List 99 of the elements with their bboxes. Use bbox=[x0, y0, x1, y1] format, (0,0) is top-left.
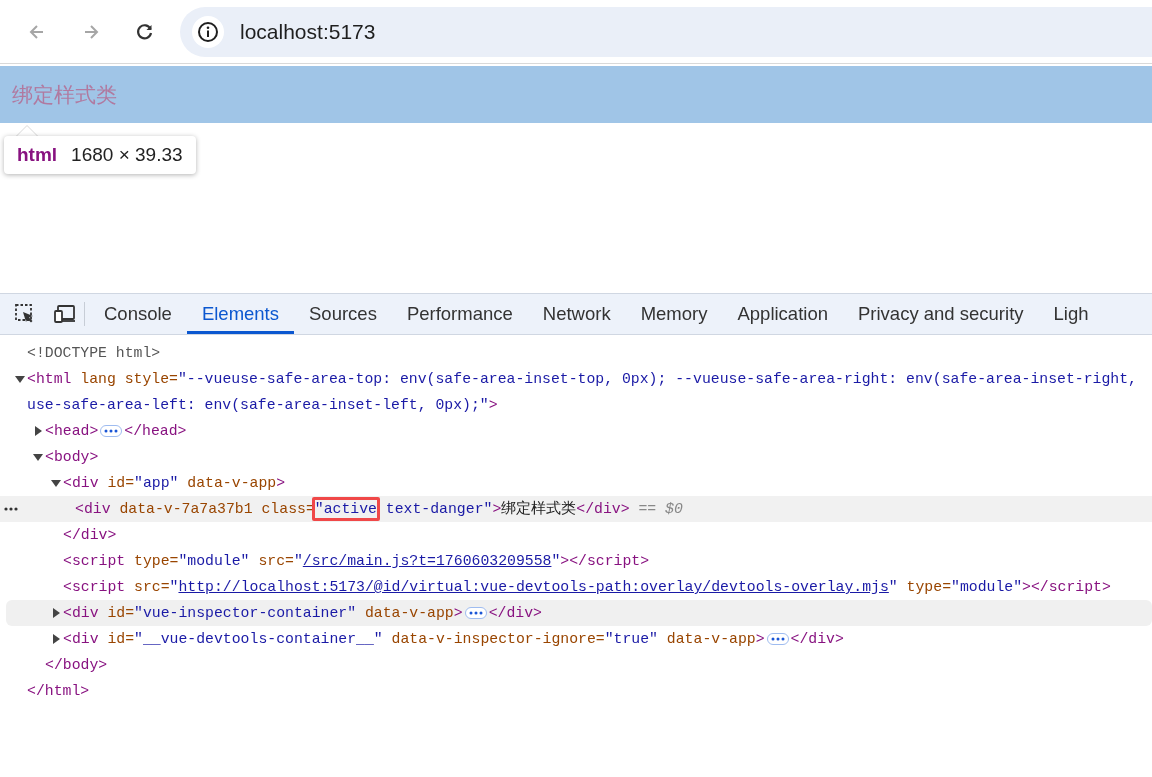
attribute-name: data-v-app bbox=[363, 604, 454, 623]
tree-row[interactable]: <html lang style="--vueuse-safe-area-top: env(safe-area-inset-top, 0px); --vueuse-safe-area-right: env(safe-area-inset-right, bbox=[6, 366, 1152, 392]
tree-row[interactable]: <div id="app" data-v-app> bbox=[6, 470, 1152, 496]
tree-row[interactable]: <body> bbox=[6, 444, 1152, 470]
attribute-value: "true" bbox=[604, 630, 658, 649]
attribute-value: text-danger" bbox=[384, 500, 493, 519]
attribute-name: type= bbox=[133, 552, 179, 571]
html-tag: <script bbox=[63, 548, 126, 574]
reload-icon bbox=[135, 21, 155, 42]
devtools-tab[interactable]: Ligh bbox=[1038, 297, 1104, 334]
html-tag: > bbox=[755, 626, 765, 652]
html-tag: <head> bbox=[45, 418, 99, 444]
address-bar[interactable]: localhost:5173 bbox=[180, 6, 1152, 57]
attribute-name: data-v-app bbox=[665, 630, 756, 649]
tooltip-tag: html bbox=[17, 144, 58, 166]
devtools-tab[interactable]: Sources bbox=[294, 297, 392, 334]
html-tag: <body> bbox=[45, 444, 99, 470]
attribute-name: data-v-inspector-ignore= bbox=[390, 630, 605, 649]
expanded-arrow-icon[interactable] bbox=[15, 374, 25, 384]
devtools-tab[interactable]: Network bbox=[527, 297, 626, 334]
more-icon[interactable] bbox=[4, 506, 18, 512]
html-tag: <script bbox=[63, 574, 126, 600]
dots-icon bbox=[468, 611, 483, 615]
attribute-name: data-v-app bbox=[186, 474, 277, 493]
dots-icon bbox=[770, 637, 785, 641]
tooltip-size: 1680 × 39.33 bbox=[71, 144, 183, 166]
tree-row[interactable]: <script type="module" src="/src/main.js?t=1760603209558"></script> bbox=[6, 548, 1152, 574]
html-tag: ></script> bbox=[1022, 574, 1111, 600]
attribute-name: src= bbox=[133, 578, 170, 597]
attribute-value: use-safe-area-left: env(safe-area-inset-left, 0px);" bbox=[27, 396, 489, 415]
devtools-tab[interactable]: Elements bbox=[186, 297, 294, 334]
html-tag: </html> bbox=[27, 678, 90, 704]
html-tag: <html bbox=[27, 366, 72, 392]
expanded-arrow-icon[interactable] bbox=[33, 452, 43, 462]
html-tag: </div> bbox=[488, 600, 542, 626]
attribute-value: " bbox=[293, 552, 303, 571]
html-tag: > bbox=[276, 470, 286, 496]
link[interactable]: http://localhost:5173/@id/virtual:vue-devtools-path:overlay/devtools-overlay.mjs bbox=[178, 574, 889, 600]
ellipsis-button[interactable] bbox=[766, 633, 789, 645]
tree-row[interactable]: <head> </head> bbox=[6, 418, 1152, 444]
html-tag: <div bbox=[75, 496, 111, 522]
devtools-tab[interactable]: Application bbox=[722, 297, 843, 334]
attribute-name: src= bbox=[257, 552, 294, 571]
attribute-value: "__vue-devtools-container__" bbox=[134, 630, 383, 649]
tree-row[interactable]: <div id="__vue-devtools-container__" data-v-inspector-ignore="true" data-v-app> </div> bbox=[6, 626, 1152, 652]
attribute-name: id= bbox=[106, 630, 135, 649]
link[interactable]: /src/main.js?t=1760603209558 bbox=[302, 548, 552, 574]
html-tag: <div bbox=[63, 470, 99, 496]
element-text: 绑定样式类 bbox=[501, 499, 577, 519]
ellipsis-button[interactable] bbox=[464, 607, 487, 619]
collapsed-arrow-icon[interactable] bbox=[33, 426, 43, 436]
html-tag: </div> bbox=[576, 496, 630, 522]
url-text: localhost:5173 bbox=[240, 19, 376, 44]
attribute-value: "app" bbox=[134, 474, 179, 493]
attribute-value: " bbox=[888, 578, 898, 597]
html-tag: <div bbox=[63, 600, 99, 626]
dots-icon bbox=[104, 429, 119, 433]
html-tag: </head> bbox=[124, 418, 187, 444]
collapsed-arrow-icon[interactable] bbox=[51, 634, 61, 644]
attribute-value: "module" bbox=[951, 578, 1023, 597]
html-tag: ></script> bbox=[560, 548, 650, 574]
html-tag: </body> bbox=[45, 652, 108, 678]
tree-row[interactable]: </div> bbox=[6, 522, 1152, 548]
html-tag: </div> bbox=[790, 626, 844, 652]
console-reference: == $0 bbox=[637, 500, 683, 519]
attribute-value: "vue-inspector-container" bbox=[134, 604, 357, 623]
attribute-name: data-v-7a7a37b1 bbox=[118, 500, 253, 519]
html-tag: <div bbox=[63, 626, 99, 652]
tree-row[interactable]: <div data-v-7a7a37b1 class="active text-danger">绑定样式类</div> == $0 bbox=[0, 496, 1152, 522]
devtools-tab[interactable]: Privacy and security bbox=[843, 297, 1039, 334]
tree-row[interactable]: use-safe-area-left: env(safe-area-inset-left, 0px);"> bbox=[6, 392, 1152, 418]
attribute-value: "--vueuse-safe-area-top: env(safe-area-inset-top, 0px); --vueuse-safe-area-right: env(safe-area-inset-right, bbox=[178, 370, 1137, 389]
devtools-tab[interactable]: Console bbox=[89, 297, 187, 334]
attribute-name: lang bbox=[79, 370, 116, 389]
attribute-name: id= bbox=[106, 604, 135, 623]
highlighted-value: "active bbox=[311, 497, 380, 521]
attribute-value: " bbox=[551, 552, 561, 571]
html-tag: > bbox=[488, 392, 498, 418]
html-tag: </div> bbox=[63, 522, 117, 548]
ellipsis-button[interactable] bbox=[100, 425, 123, 437]
attribute-value: "module" bbox=[178, 552, 250, 571]
attribute-value: " bbox=[169, 578, 179, 597]
page-heading: 绑定样式类 bbox=[12, 81, 117, 108]
devtools-tab[interactable]: Memory bbox=[625, 297, 723, 334]
devtools-tab[interactable]: Performance bbox=[391, 297, 528, 334]
doctype: <!DOCTYPE html> bbox=[27, 344, 161, 363]
tree-row[interactable]: </html> bbox=[6, 678, 1152, 704]
attribute-name: id= bbox=[106, 474, 135, 493]
attribute-name: style= bbox=[123, 370, 178, 389]
tree-row[interactable]: <div id="vue-inspector-container" data-v-app> </div> bbox=[6, 600, 1152, 626]
info-icon[interactable] bbox=[192, 15, 224, 48]
expanded-arrow-icon[interactable] bbox=[51, 478, 61, 488]
tree-row[interactable]: <!DOCTYPE html> bbox=[6, 340, 1152, 366]
collapsed-arrow-icon[interactable] bbox=[51, 608, 61, 618]
tree-row[interactable]: <script src="http://localhost:5173/@id/virtual:vue-devtools-path:overlay/devtools-overlay.mjs" type="module"></script> bbox=[6, 574, 1152, 600]
html-tag: > bbox=[453, 600, 463, 626]
tree-row[interactable]: </body> bbox=[6, 652, 1152, 678]
html-tag: > bbox=[492, 496, 502, 522]
attribute-name: type= bbox=[905, 578, 951, 597]
